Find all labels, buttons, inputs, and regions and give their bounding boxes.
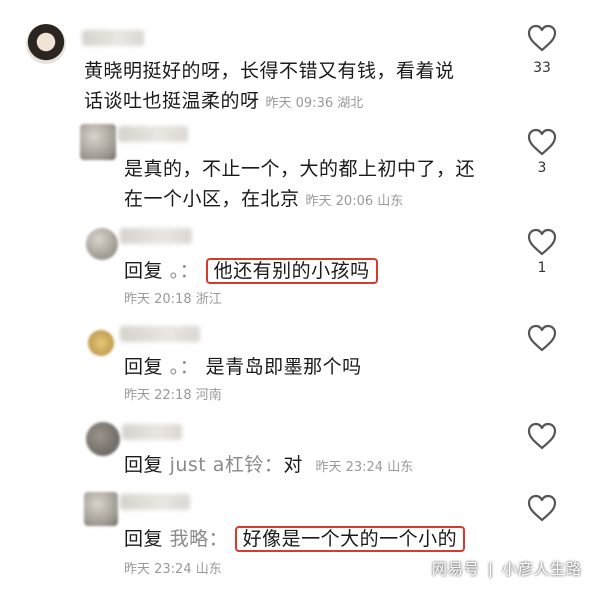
- username-blurred[interactable]: [118, 126, 188, 142]
- reply-text: 回复 。： 他还有别的小孩吗: [124, 256, 378, 286]
- reply-target[interactable]: 。：: [170, 356, 200, 378]
- reply-label: 回复: [124, 356, 164, 378]
- reply-text: 回复 just a杠铃：对 昨天 23:24 山东: [124, 450, 413, 483]
- comment-3: 回复 。： 他还有别的小孩吗 昨天 20:18 浙江 1: [0, 222, 602, 322]
- avatar[interactable]: [84, 492, 118, 526]
- reply-text: 回复 。： 是青岛即墨那个吗: [124, 352, 362, 382]
- location: 河南: [195, 388, 222, 403]
- watermark-brand: 网易号: [431, 560, 480, 578]
- avatar[interactable]: [86, 228, 118, 260]
- comment-text-line: 在一个小区，在北京: [124, 188, 300, 210]
- like-button[interactable]: [527, 494, 557, 522]
- location: 山东: [195, 562, 222, 577]
- like-count: 1: [537, 260, 547, 276]
- reply-body: 是青岛即墨那个吗: [205, 356, 362, 378]
- comment-text-line: 是真的，不止一个，大的都上初中了，还: [124, 158, 476, 180]
- reply-label: 回复: [124, 528, 164, 550]
- like-count: 33: [533, 60, 551, 76]
- timestamp: 昨天 20:06 山东: [305, 194, 404, 209]
- avatar[interactable]: [80, 124, 116, 160]
- watermark-author: 小彦人生路: [501, 560, 582, 578]
- timestamp: 昨天 22:18 河南: [124, 388, 222, 403]
- username-blurred[interactable]: [122, 424, 182, 440]
- reply-label: 回复: [124, 260, 164, 282]
- timestamp: 昨天 20:18 浙江: [124, 292, 222, 307]
- timestamp: 昨天 23:24 山东: [124, 562, 222, 577]
- comment-2: 是真的，不止一个，大的都上初中了，还 在一个小区，在北京 昨天 20:06 山东 …: [0, 116, 602, 216]
- comment-text: 黄晓明挺好的呀，长得不错又有钱，看着说 话谈吐也挺温柔的呀 昨天 09:36 湖北: [84, 56, 514, 119]
- heart-outline-icon: [527, 422, 557, 450]
- comment-text-line: 黄晓明挺好的呀，长得不错又有钱，看着说: [84, 60, 455, 82]
- timestamp: 昨天 23:24 山东: [315, 460, 414, 475]
- username-blurred[interactable]: [120, 228, 192, 244]
- highlighted-text: 他还有别的小孩吗: [205, 258, 378, 284]
- comment-text-line: 话谈吐也挺温柔的呀: [84, 90, 260, 112]
- like-button[interactable]: [527, 422, 557, 450]
- reply-target[interactable]: 我略：: [170, 528, 229, 550]
- comment-text: 是真的，不止一个，大的都上初中了，还 在一个小区，在北京 昨天 20:06 山东: [124, 154, 524, 217]
- heart-outline-icon: [527, 128, 557, 156]
- username-blurred[interactable]: [120, 326, 200, 342]
- reply-target[interactable]: 。：: [170, 260, 200, 282]
- location: 山东: [377, 194, 404, 209]
- timestamp: 昨天 09:36 湖北: [265, 96, 364, 111]
- username-blurred[interactable]: [120, 494, 190, 510]
- heart-outline-icon: [527, 494, 557, 522]
- comment-4: 回复 。： 是青岛即墨那个吗 昨天 22:18 河南: [0, 322, 602, 412]
- avatar[interactable]: [86, 422, 120, 456]
- avatar[interactable]: [26, 24, 66, 64]
- like-button[interactable]: [527, 128, 557, 156]
- location: 湖北: [337, 96, 364, 111]
- heart-outline-icon: [527, 24, 557, 52]
- like-button[interactable]: [527, 228, 557, 256]
- reply-label: 回复: [124, 454, 164, 476]
- location: 浙江: [195, 292, 222, 307]
- reply-target[interactable]: just a杠铃：: [170, 454, 284, 476]
- highlighted-text: 好像是一个大的一个小的: [234, 526, 466, 552]
- comment-1: 黄晓明挺好的呀，长得不错又有钱，看着说 话谈吐也挺温柔的呀 昨天 09:36 湖北…: [0, 0, 602, 120]
- watermark: 网易号 | 小彦人生路: [431, 560, 582, 578]
- location: 山东: [387, 460, 414, 475]
- comment-5: 回复 just a杠铃：对 昨天 23:24 山东: [0, 416, 602, 486]
- heart-outline-icon: [527, 228, 557, 256]
- like-count: 3: [537, 160, 547, 176]
- reply-body: 对: [283, 454, 303, 476]
- reply-text: 回复 我略： 好像是一个大的一个小的: [124, 524, 466, 554]
- heart-outline-icon: [527, 324, 557, 352]
- avatar[interactable]: [88, 330, 114, 356]
- like-button[interactable]: [527, 324, 557, 352]
- like-button[interactable]: [527, 24, 557, 52]
- username-blurred[interactable]: [82, 30, 144, 46]
